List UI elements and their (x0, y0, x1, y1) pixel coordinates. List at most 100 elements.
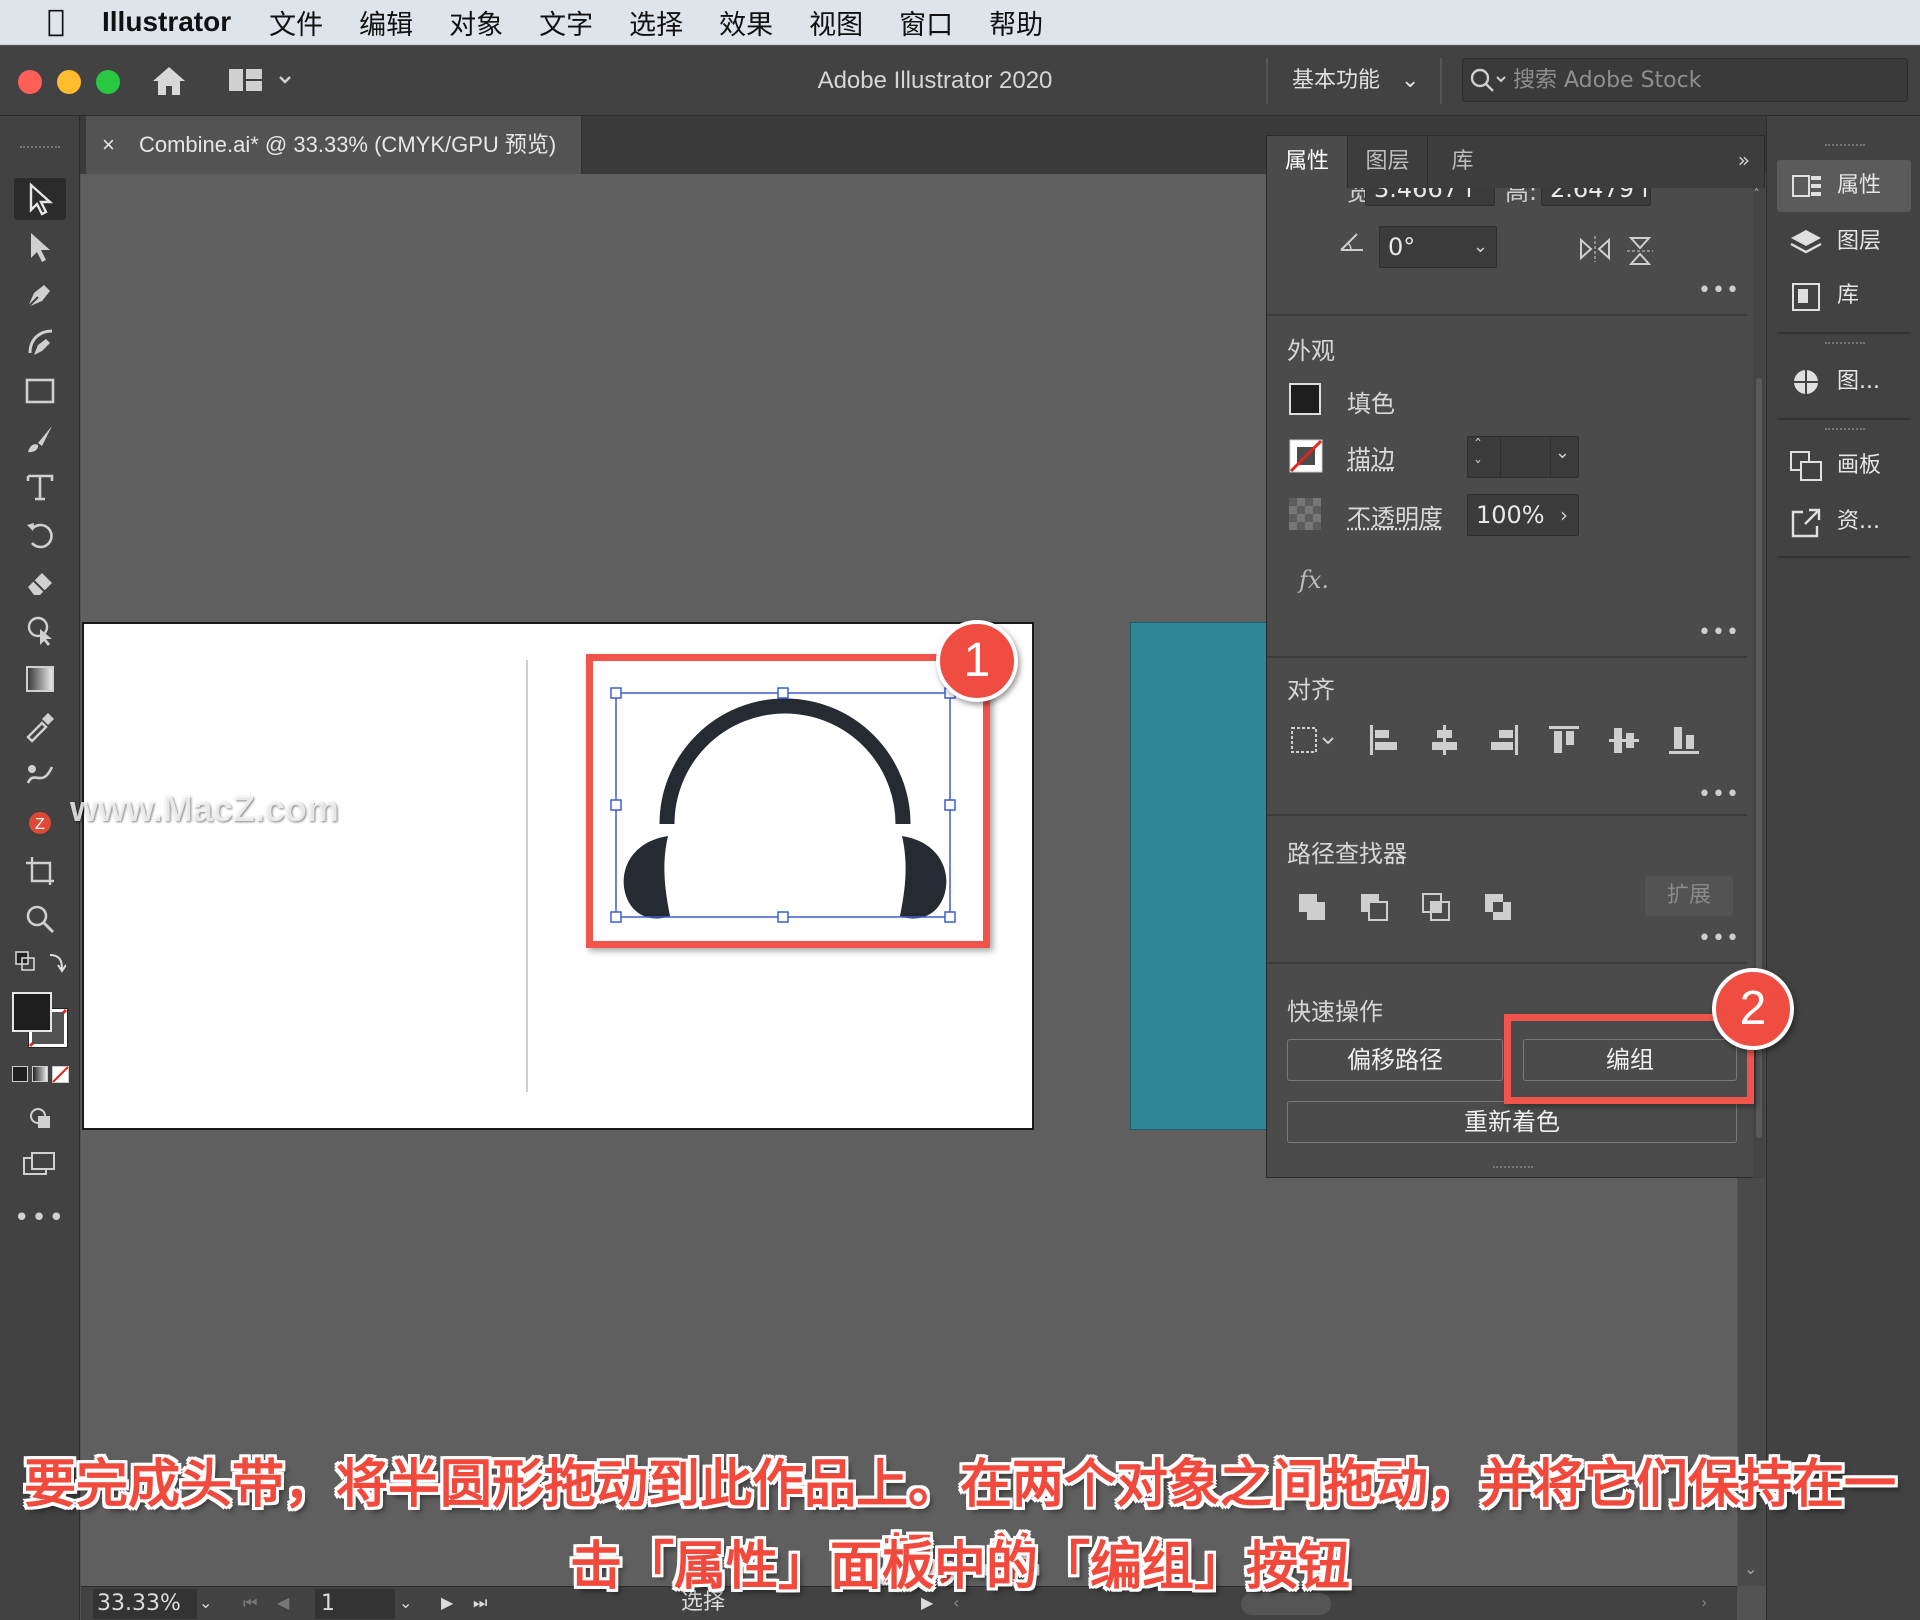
swap-colors-icon[interactable] (14, 946, 66, 982)
align-to-icon[interactable] (1289, 723, 1337, 757)
pathfinder-more-icon[interactable]: ••• (1698, 926, 1740, 951)
eraser-tool-icon[interactable] (14, 562, 66, 604)
panel-tab-bar: 属性 图层 库 » (1267, 136, 1764, 188)
symbol-sprayer-tool-icon[interactable]: Z (14, 802, 66, 844)
stroke-swatch[interactable] (1289, 439, 1323, 473)
workspace-switcher[interactable]: 基本功能 ⌄ (1292, 46, 1419, 116)
fx-icon[interactable]: fx. (1299, 566, 1329, 594)
panel-menu-icon[interactable]: » (1738, 148, 1750, 172)
minus-front-icon[interactable] (1359, 892, 1389, 922)
menu-select[interactable]: 选择 (629, 3, 683, 42)
search-icon (1470, 68, 1506, 92)
exclude-icon[interactable] (1483, 892, 1513, 922)
dock-properties-label: 属性 (1837, 173, 1882, 198)
pen-tool-icon[interactable] (14, 274, 66, 316)
gradient-tool-icon[interactable] (14, 658, 66, 700)
align-top-icon[interactable] (1547, 723, 1581, 757)
stepper-icon[interactable]: ˆˇ (1474, 435, 1482, 479)
fill-stroke-swatch[interactable] (12, 992, 72, 1052)
menu-effect[interactable]: 效果 (719, 3, 773, 42)
second-artboard[interactable] (1130, 622, 1270, 1130)
stroke-weight-field[interactable]: ˆˇ ⌄ (1467, 436, 1579, 478)
menu-type[interactable]: 文字 (539, 3, 593, 42)
color-mode-buttons[interactable] (12, 1064, 69, 1086)
expand-button[interactable]: 扩展 (1645, 876, 1733, 916)
zoom-window-icon[interactable] (96, 70, 120, 94)
unite-icon[interactable] (1297, 892, 1327, 922)
dock-libraries[interactable]: 库 (1777, 270, 1911, 322)
shape-builder-tool-icon[interactable] (14, 610, 66, 652)
tab-layers[interactable]: 图层 (1347, 136, 1427, 188)
opacity-label[interactable]: 不透明度 (1347, 498, 1443, 533)
document-tab[interactable]: × Combine.ai* @ 33.33% (CMYK/GPU 预览) (86, 116, 582, 174)
workspace-layout-icon[interactable] (228, 66, 292, 96)
width-field[interactable]: 3.4667 i (1365, 188, 1495, 206)
chevron-down-icon[interactable]: ⌄ (1555, 433, 1570, 473)
align-bottom-icon[interactable] (1667, 723, 1701, 757)
layers-icon (1790, 230, 1822, 254)
apple-icon[interactable]:  (40, 6, 72, 38)
dock-asset-export[interactable]: 资... (1777, 496, 1911, 548)
rotate-tool-icon[interactable] (14, 514, 66, 556)
appearance-more-icon[interactable]: ••• (1698, 620, 1740, 645)
panel-resize-grip[interactable] (1493, 1166, 1533, 1172)
paintbrush-tool-icon[interactable] (14, 418, 66, 460)
flip-vertical-icon[interactable] (1625, 234, 1655, 268)
align-left-icon[interactable] (1367, 723, 1401, 757)
opacity-value: 100% (1476, 501, 1545, 529)
app-menu[interactable]: Illustrator (102, 6, 231, 38)
menu-object[interactable]: 对象 (449, 3, 503, 42)
align-vertical-center-icon[interactable] (1607, 723, 1641, 757)
blend-tool-icon[interactable] (14, 754, 66, 796)
rectangle-tool-icon[interactable] (14, 370, 66, 412)
menu-view[interactable]: 视图 (809, 3, 863, 42)
align-right-icon[interactable] (1487, 723, 1521, 757)
menu-window[interactable]: 窗口 (899, 3, 953, 42)
height-field[interactable]: 2.6479 i (1541, 188, 1651, 206)
offset-path-button[interactable]: 偏移路径 (1287, 1039, 1503, 1081)
chevron-down-icon[interactable]: ⌄ (1473, 227, 1488, 267)
minimize-window-icon[interactable] (57, 70, 81, 94)
artboard-tool-icon[interactable] (14, 850, 66, 892)
flip-horizontal-icon[interactable] (1577, 234, 1613, 264)
opacity-field[interactable]: 100% › (1467, 494, 1579, 536)
recolor-button[interactable]: 重新着色 (1287, 1101, 1737, 1143)
menu-file[interactable]: 文件 (269, 3, 323, 42)
dock-layers[interactable]: 图层 (1777, 216, 1911, 268)
type-tool-icon[interactable] (14, 466, 66, 508)
fill-swatch[interactable] (1289, 383, 1321, 415)
document-tab-label: Combine.ai* @ 33.33% (CMYK/GPU 预览) (138, 132, 557, 157)
graphic-styles-icon (1794, 370, 1818, 394)
direct-selection-tool-icon[interactable] (14, 226, 66, 268)
dock-artboards[interactable]: 画板 (1777, 440, 1911, 492)
dock-graphic-styles[interactable]: 图... (1777, 356, 1911, 408)
menu-help[interactable]: 帮助 (989, 3, 1043, 42)
zoom-tool-icon[interactable] (14, 898, 66, 940)
tab-properties[interactable]: 属性 (1267, 136, 1347, 188)
transform-more-icon[interactable]: ••• (1698, 278, 1740, 303)
align-horizontal-center-icon[interactable] (1427, 723, 1461, 757)
edit-toolbar-icon[interactable]: ••• (14, 1200, 66, 1236)
intersect-icon[interactable] (1421, 892, 1451, 922)
opacity-swatch-icon[interactable] (1289, 498, 1321, 530)
dock-properties[interactable]: 属性 (1777, 160, 1911, 212)
home-icon[interactable] (150, 64, 188, 98)
close-window-icon[interactable] (18, 70, 42, 94)
fill-label: 填色 (1347, 390, 1395, 418)
screen-mode-icon[interactable] (14, 1146, 66, 1182)
selection-tool-icon[interactable] (14, 178, 66, 220)
libraries-icon (1792, 283, 1820, 311)
watermark: www.MacZ.com (70, 788, 339, 829)
menu-edit[interactable]: 编辑 (359, 3, 413, 42)
dock-libraries-label: 库 (1837, 283, 1860, 308)
align-more-icon[interactable]: ••• (1698, 782, 1740, 807)
stroke-label[interactable]: 描边 (1347, 439, 1395, 474)
curvature-tool-icon[interactable] (14, 322, 66, 364)
eyedropper-tool-icon[interactable] (14, 706, 66, 748)
chevron-right-icon[interactable]: › (1560, 495, 1568, 535)
rotation-field[interactable]: 0° ⌄ (1379, 226, 1497, 268)
tab-libraries[interactable]: 库 (1427, 136, 1497, 188)
stock-search-field[interactable]: 搜索 Adobe Stock (1462, 58, 1908, 102)
close-tab-icon[interactable]: × (102, 132, 115, 157)
draw-mode-icon[interactable] (14, 1100, 66, 1136)
